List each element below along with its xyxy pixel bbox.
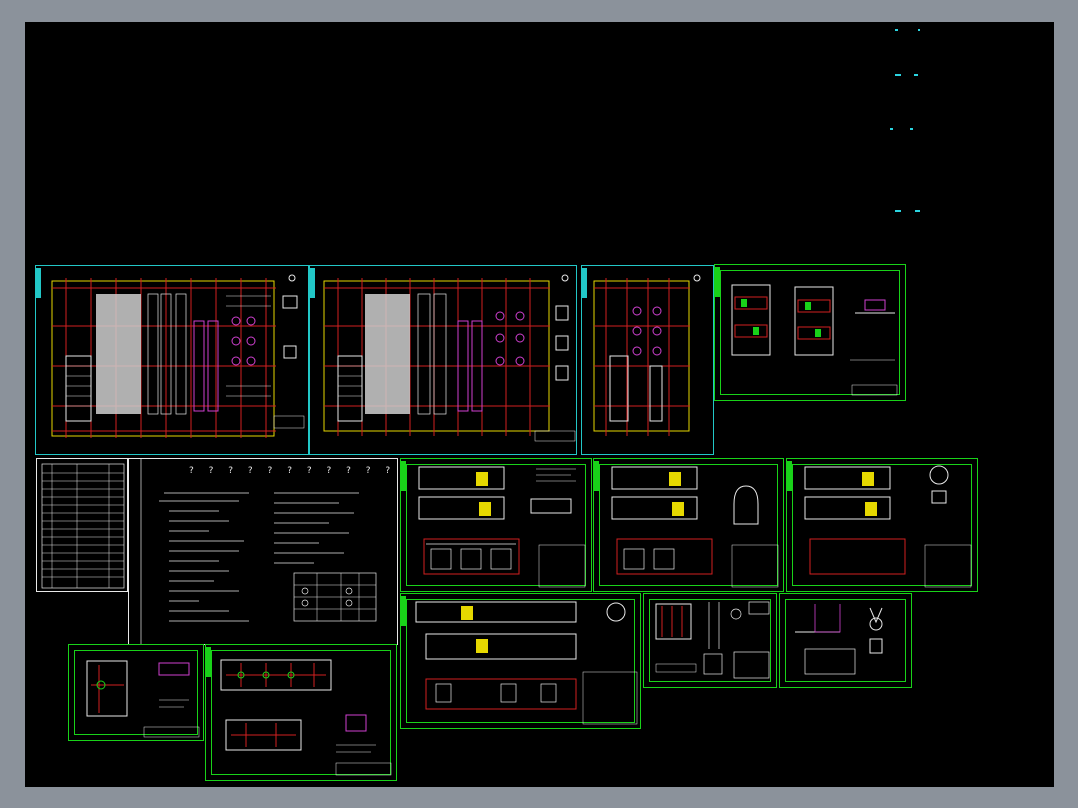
section-sheet-3[interactable] <box>786 458 978 592</box>
pipe-drawing <box>220 659 392 776</box>
plan-sheet-1[interactable] <box>35 265 309 455</box>
section-sheet-1[interactable] <box>400 458 592 592</box>
stray-marker <box>910 128 913 130</box>
stray-marker <box>914 74 918 76</box>
section-sheet-4[interactable] <box>400 593 641 729</box>
stray-marker <box>895 74 901 76</box>
section-drawing <box>415 601 638 725</box>
detail-sheet-1[interactable] <box>643 593 777 688</box>
pipe-sheet-1[interactable] <box>68 644 204 741</box>
stray-marker <box>918 29 920 31</box>
section-drawing <box>611 466 779 588</box>
floor-plan-drawing <box>51 274 305 438</box>
stray-marker <box>890 128 893 130</box>
pipe-sheet-2[interactable] <box>205 644 397 781</box>
detail-drawing <box>655 601 770 679</box>
drawing-canvas[interactable]: ? ? ? ? ? ? ? ? ? ? ? <box>25 22 1054 787</box>
plan-sheet-3[interactable] <box>581 265 714 455</box>
plan-sheet-2[interactable] <box>309 265 577 455</box>
pipe-drawing <box>86 660 200 738</box>
detail-sheet-2[interactable] <box>779 593 912 688</box>
design-notes-sheet[interactable]: ? ? ? ? ? ? ? ? ? ? ? <box>128 458 398 646</box>
floor-plan-drawing <box>323 274 576 442</box>
floor-plan-drawing <box>593 274 701 436</box>
elevation-drawing <box>731 284 898 396</box>
stray-marker <box>895 210 901 212</box>
notes-body <box>140 459 377 646</box>
elevation-sheet-1[interactable] <box>714 264 906 401</box>
schedule-sheet[interactable] <box>36 458 128 592</box>
section-sheet-2[interactable] <box>593 458 784 592</box>
stray-marker <box>895 29 898 31</box>
schedule-table <box>41 463 125 589</box>
section-drawing <box>418 466 586 588</box>
notes-title: ? ? ? ? ? ? ? ? ? ? ? <box>189 466 397 476</box>
stray-marker <box>915 210 920 212</box>
detail-drawing <box>795 604 883 675</box>
section-drawing <box>804 465 972 588</box>
